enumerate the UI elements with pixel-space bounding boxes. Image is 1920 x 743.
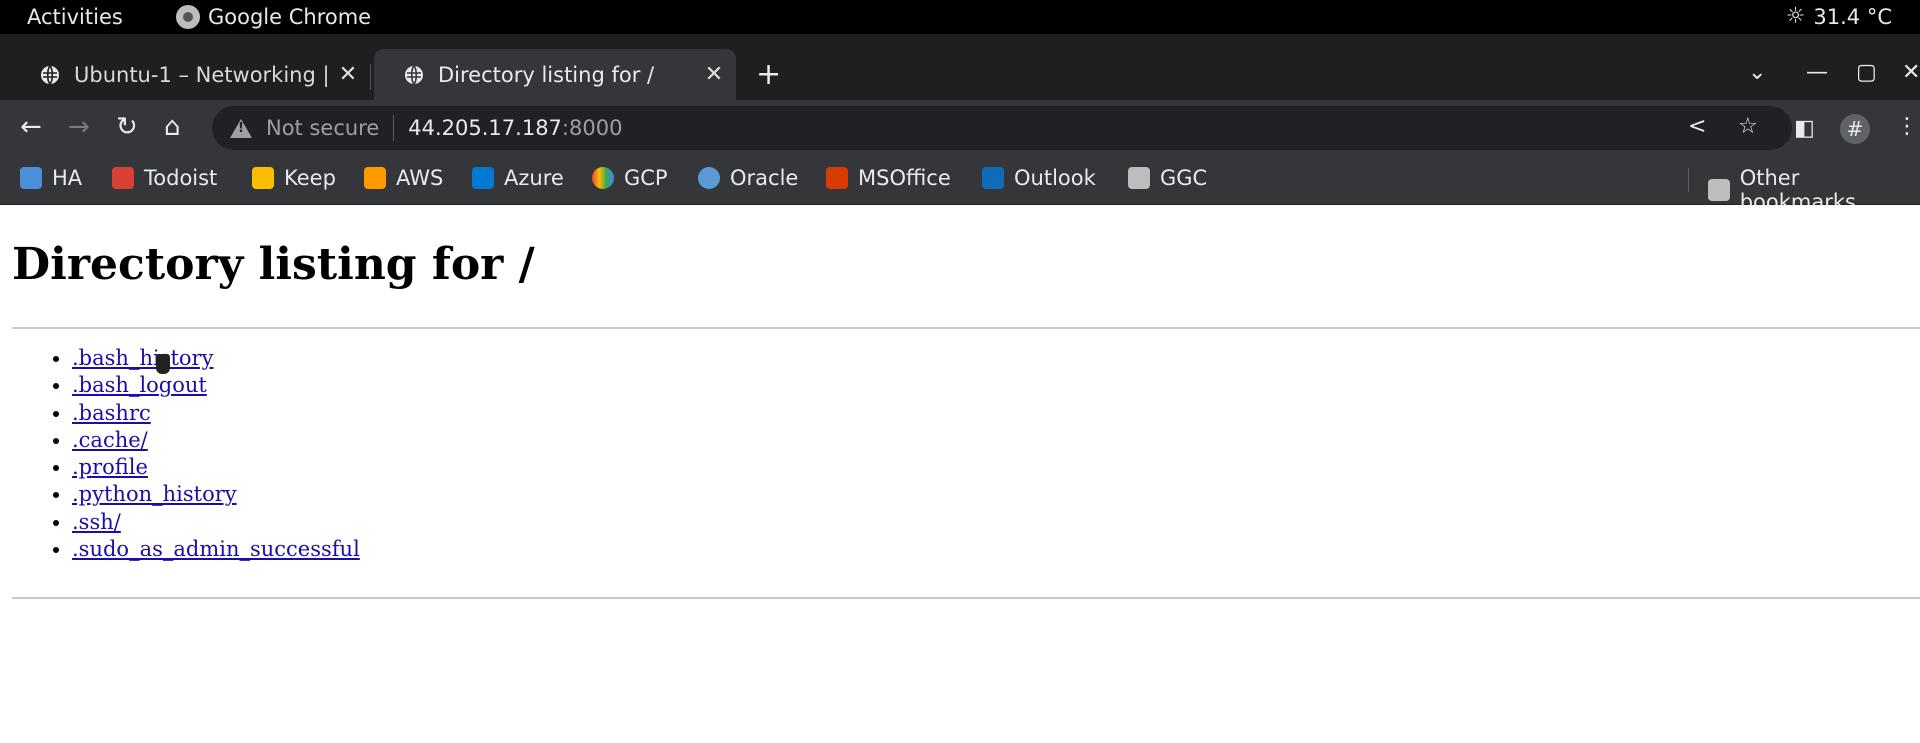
bookmark-azure[interactable]: Azure [472,166,564,190]
gcp-icon [592,167,614,189]
bookmark-gcp[interactable]: GCP [592,166,668,190]
chrome-icon [176,5,200,29]
bookmark-label: Azure [504,166,564,190]
folder-icon [1128,167,1150,189]
list-item: .bash_history [72,345,360,372]
bookmark-label: AWS [396,166,444,190]
bookmark-label: GGC [1160,166,1208,190]
bookmarks-bar: HA Todoist Keep AWS Azure GCP Oracle MSO… [0,156,1920,214]
file-link[interactable]: .bash_logout [72,373,207,397]
list-item: .ssh/ [72,509,360,536]
bookmark-label: MSOffice [858,166,951,190]
mouse-pointer-icon [156,354,170,374]
maximize-icon[interactable]: ▢ [1856,60,1877,85]
activities-button[interactable]: Activities [27,5,123,29]
minimize-icon[interactable]: — [1806,60,1828,85]
bookmark-label: Outlook [1014,166,1096,190]
bookmark-msoffice[interactable]: MSOffice [826,166,951,190]
bookmark-label: GCP [624,166,668,190]
temperature-label: 31.4 °C [1813,5,1892,29]
app-name: Google Chrome [208,5,372,29]
tab-ubuntu-networking[interactable]: Ubuntu-1 – Networking | L ✕ [10,49,370,100]
list-item: .profile [72,454,360,481]
bookmark-ggc[interactable]: GGC [1128,166,1207,190]
address-bar[interactable]: Not secure 44.205.17.187:8000 < ☆ [212,106,1792,150]
browser-toolbar: ← → ↻ ⌂ Not secure 44.205.17.187:8000 < … [0,100,1920,156]
tab-search-chevron-icon[interactable]: ⌄ [1748,60,1766,85]
tab-title: Ubuntu-1 – Networking | L [74,62,336,87]
file-link[interactable]: .ssh/ [72,510,121,534]
folder-icon [1708,179,1730,201]
app-menu[interactable]: Google Chrome [176,5,371,29]
bookmark-label: Todoist [144,166,218,190]
weather-indicator[interactable]: ☼ 31.4 °C [1786,5,1892,29]
bookmarks-separator [1688,168,1689,192]
list-item: .cache/ [72,427,360,454]
bookmark-keep[interactable]: Keep [252,166,336,190]
sun-icon: ☼ [1785,4,1806,29]
globe-icon [405,64,423,85]
url-host[interactable]: 44.205.17.187 [408,116,562,140]
close-window-icon[interactable]: ✕ [1902,60,1920,85]
globe-icon [41,64,59,85]
oracle-cloud-icon [698,167,720,189]
share-icon[interactable]: < [1688,114,1706,139]
close-tab-icon[interactable]: ✕ [336,62,360,87]
bookmark-oracle[interactable]: Oracle [698,166,798,190]
file-list: .bash_history .bash_logout .bashrc .cach… [28,345,360,563]
not-secure-label[interactable]: Not secure [266,116,379,140]
bookmark-label: Keep [284,166,336,190]
top-divider [12,327,1920,329]
url-port[interactable]: :8000 [562,116,623,140]
file-link[interactable]: .python_history [72,482,237,506]
bookmark-star-icon[interactable]: ☆ [1738,114,1758,139]
bookmark-aws[interactable]: AWS [364,166,443,190]
file-link[interactable]: .bash_history [72,346,213,370]
file-link[interactable]: .bashrc [72,401,151,425]
close-tab-icon[interactable]: ✕ [702,62,726,87]
outlook-icon [982,167,1004,189]
bookmark-ha[interactable]: HA [20,166,82,190]
msoffice-icon [826,167,848,189]
list-item: .python_history [72,481,360,508]
bookmark-outlook[interactable]: Outlook [982,166,1096,190]
list-item: .bash_logout [72,372,360,399]
azure-icon [472,167,494,189]
todoist-icon [112,167,134,189]
extension-icon[interactable]: # [1840,114,1870,144]
system-top-bar: Activities Google Chrome ☼ 31.4 °C [0,0,1920,34]
bookmark-label: HA [52,166,83,190]
back-arrow-icon[interactable]: ← [20,112,42,142]
file-link[interactable]: .profile [72,455,148,479]
page-heading: Directory listing for / [12,239,535,290]
bookmark-todoist[interactable]: Todoist [112,166,217,190]
forward-arrow-icon[interactable]: → [68,112,90,142]
menu-kebab-icon[interactable]: ⋮ [1896,112,1918,142]
side-panel-icon[interactable]: ◧ [1794,114,1815,144]
bottom-divider [12,597,1920,599]
list-item: .sudo_as_admin_successful [72,536,360,563]
tab-separator [370,64,371,90]
tab-directory-listing[interactable]: Directory listing for / ✕ [374,49,736,100]
keep-icon [252,167,274,189]
warning-triangle-icon[interactable] [230,118,252,138]
tab-title: Directory listing for / [438,62,655,87]
home-icon[interactable]: ⌂ [164,112,181,142]
bookmark-label: Oracle [730,166,799,190]
omnibox-divider [393,115,395,141]
page-content: Directory listing for / .bash_history .b… [0,205,1920,743]
aws-icon [364,167,386,189]
file-link[interactable]: .cache/ [72,428,148,452]
reload-icon[interactable]: ↻ [116,112,138,142]
tab-strip: Ubuntu-1 – Networking | L ✕ Directory li… [0,34,1920,100]
home-assistant-icon [20,167,42,189]
list-item: .bashrc [72,400,360,427]
new-tab-plus-icon[interactable]: + [756,60,781,90]
file-link[interactable]: .sudo_as_admin_successful [72,537,360,561]
